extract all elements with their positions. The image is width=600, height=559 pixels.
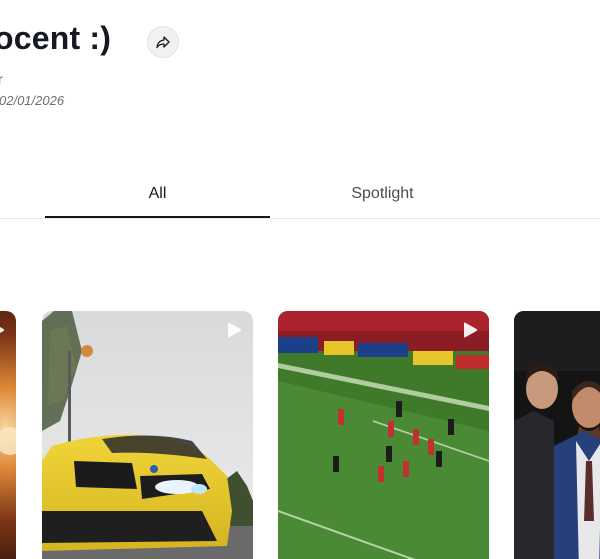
profile-title: ocent :) — [0, 20, 112, 56]
video-thumbnail — [42, 311, 253, 559]
tab-all[interactable]: All — [45, 176, 270, 218]
tab-spotlight[interactable]: Spotlight — [270, 176, 495, 217]
tab-spotlight-label: Spotlight — [351, 185, 414, 202]
video-card[interactable] — [514, 311, 600, 559]
profile-subtitle: r — [0, 71, 3, 87]
video-thumbnail — [514, 311, 600, 559]
video-card[interactable] — [0, 311, 16, 559]
tab-all-label: All — [148, 185, 167, 202]
share-button[interactable] — [147, 26, 179, 58]
video-card[interactable] — [42, 311, 253, 559]
play-icon — [228, 322, 242, 338]
video-thumbnail — [0, 311, 16, 559]
page: ocent :) r 02/01/2026 All Spotlight — [0, 0, 600, 559]
video-card[interactable] — [278, 311, 489, 559]
play-icon — [0, 327, 5, 333]
profile-date: 02/01/2026 — [0, 93, 65, 108]
share-arrow-icon — [156, 36, 170, 49]
video-thumbnail — [278, 311, 489, 559]
play-icon — [464, 322, 478, 338]
tab-bar: All Spotlight — [0, 176, 600, 219]
